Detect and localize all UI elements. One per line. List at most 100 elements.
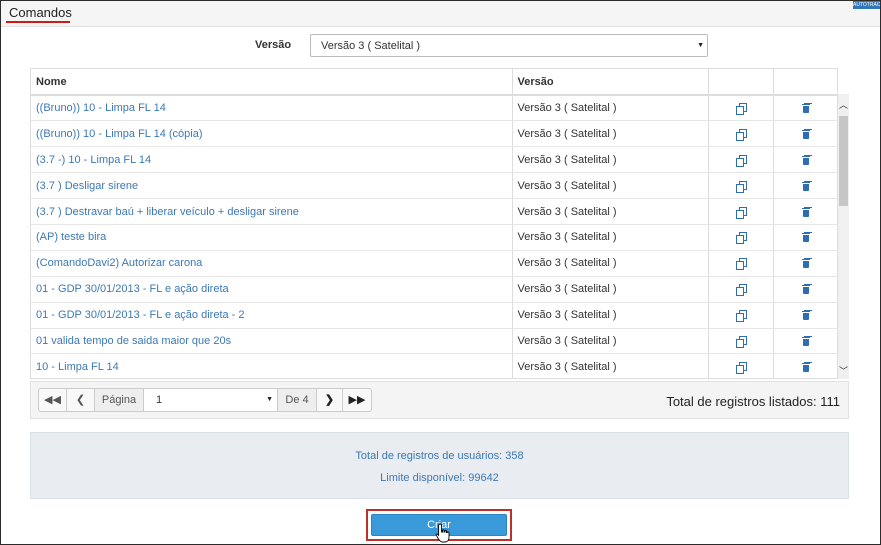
copy-action-cell[interactable]	[708, 302, 774, 329]
column-header-copy	[708, 69, 774, 96]
delete-action-cell[interactable]	[773, 198, 837, 225]
command-name-link[interactable]: ((Bruno)) 10 - Limpa FL 14 (cópia)	[31, 120, 513, 148]
prev-page-button[interactable]: ❮	[66, 388, 95, 412]
scroll-up-icon[interactable]: ︿	[838, 98, 849, 111]
copy-icon[interactable]	[735, 361, 747, 374]
copy-action-cell[interactable]	[708, 250, 774, 277]
commands-table: Nome Versão ((Bruno)) 10 - Limpa FL 14 Ve…	[30, 68, 838, 379]
table-row[interactable]: 01 - GDP 30/01/2013 - FL e ação direta -…	[31, 302, 837, 329]
trash-icon[interactable]	[801, 362, 811, 372]
copy-icon[interactable]	[735, 336, 747, 349]
command-name-link[interactable]: 01 valida tempo de saida maior que 20s	[31, 328, 513, 355]
delete-action-cell[interactable]	[773, 146, 837, 174]
copy-icon[interactable]	[735, 310, 747, 323]
last-page-button[interactable]: ▶▶	[342, 388, 372, 412]
version-select-value: Versão 3 ( Satelital )	[321, 40, 421, 52]
command-name-link[interactable]: (3.7 ) Desligar sirene	[31, 172, 513, 200]
table-row[interactable]: 01 - GDP 30/01/2013 - FL e ação direta Ve…	[31, 276, 837, 303]
copy-action-cell[interactable]	[708, 146, 774, 174]
command-name-link[interactable]: 01 - GDP 30/01/2013 - FL e ação direta	[31, 276, 513, 303]
command-version-cell: Versão 3 ( Satelital )	[512, 120, 709, 148]
column-header-delete	[773, 69, 837, 96]
table-row[interactable]: 10 - Limpa FL 14 Versão 3 ( Satelital )	[31, 353, 837, 378]
next-page-button[interactable]: ❯	[316, 388, 343, 412]
trash-icon[interactable]	[801, 258, 811, 269]
command-version-cell: Versão 3 ( Satelital )	[512, 302, 709, 329]
table-row[interactable]: ((Bruno)) 10 - Limpa FL 14 Versão 3 ( Sat…	[31, 95, 837, 122]
copy-icon[interactable]	[735, 232, 747, 245]
copy-icon[interactable]	[735, 206, 747, 219]
table-row[interactable]: (3.7 ) Destravar baú + liberar veículo +…	[31, 198, 837, 225]
chevron-left-icon: ❮	[75, 394, 86, 406]
table-row[interactable]: ((Bruno)) 10 - Limpa FL 14 (cópia) Versão…	[31, 120, 837, 148]
copy-icon[interactable]	[735, 103, 747, 116]
table-row[interactable]: (AP) teste bira Versão 3 ( Satelital )	[31, 224, 837, 251]
brand-badge: AUTOTRAC	[853, 1, 881, 9]
trash-icon[interactable]	[801, 155, 811, 165]
delete-action-cell[interactable]	[773, 353, 837, 378]
copy-action-cell[interactable]	[708, 198, 774, 225]
command-name-link[interactable]: 10 - Limpa FL 14	[31, 353, 513, 378]
delete-action-cell[interactable]	[773, 224, 837, 251]
command-name-link[interactable]: ((Bruno)) 10 - Limpa FL 14	[31, 95, 513, 122]
page-label: Página	[94, 388, 144, 412]
trash-icon[interactable]	[801, 103, 811, 114]
table-row[interactable]: (3.7 -) 10 - Limpa FL 14 Versão 3 ( Satel…	[31, 146, 837, 174]
command-name-link[interactable]: (ComandoDavi2) Autorizar carona	[31, 250, 513, 277]
copy-action-cell[interactable]	[708, 95, 774, 122]
trash-icon[interactable]	[801, 310, 811, 321]
table-row[interactable]: (3.7 ) Desligar sirene Versão 3 ( Satelit…	[31, 172, 837, 200]
copy-action-cell[interactable]	[708, 172, 774, 200]
delete-action-cell[interactable]	[773, 95, 837, 122]
trash-icon[interactable]	[801, 284, 811, 295]
column-header-name[interactable]: Nome	[31, 69, 513, 96]
copy-icon[interactable]	[735, 258, 747, 271]
page-select[interactable]: 1 ▼	[143, 388, 278, 412]
total-listed-count: Total de registros listados: 111	[666, 394, 840, 409]
command-version-cell: Versão 3 ( Satelital )	[512, 95, 709, 122]
chevron-down-icon: ▼	[266, 396, 273, 403]
delete-action-cell[interactable]	[773, 120, 837, 148]
column-header-version[interactable]: Versão	[512, 69, 709, 96]
command-name-link[interactable]: (3.7 ) Destravar baú + liberar veículo +…	[31, 198, 513, 225]
table-scrollbar[interactable]: ︿ ﹀	[838, 94, 849, 379]
command-version-cell: Versão 3 ( Satelital )	[512, 250, 709, 277]
version-filter-label: Versão	[255, 39, 292, 51]
trash-icon[interactable]	[801, 207, 811, 217]
copy-action-cell[interactable]	[708, 328, 774, 355]
table-row[interactable]: (ComandoDavi2) Autorizar carona Versão 3 …	[31, 250, 837, 277]
scrollbar-thumb[interactable]	[839, 116, 848, 206]
app-window: Comandos AUTOTRAC Versão Versão 3 ( Sate…	[0, 0, 881, 545]
delete-action-cell[interactable]	[773, 250, 837, 277]
scroll-down-icon[interactable]: ﹀	[838, 364, 849, 377]
trash-icon[interactable]	[801, 336, 811, 347]
delete-action-cell[interactable]	[773, 276, 837, 303]
delete-action-cell[interactable]	[773, 302, 837, 329]
copy-icon[interactable]	[735, 180, 747, 193]
copy-action-cell[interactable]	[708, 276, 774, 303]
version-select[interactable]: Versão 3 ( Satelital ) ▼	[310, 34, 708, 57]
copy-icon[interactable]	[735, 284, 747, 297]
trash-icon[interactable]	[801, 232, 811, 243]
trash-icon[interactable]	[801, 181, 811, 191]
copy-action-cell[interactable]	[708, 120, 774, 148]
copy-icon[interactable]	[735, 128, 747, 141]
command-version-cell: Versão 3 ( Satelital )	[512, 353, 709, 378]
copy-action-cell[interactable]	[708, 353, 774, 378]
copy-icon[interactable]	[735, 154, 747, 167]
trash-icon[interactable]	[801, 129, 811, 139]
command-name-link[interactable]: 01 - GDP 30/01/2013 - FL e ação direta -…	[31, 302, 513, 329]
delete-action-cell[interactable]	[773, 172, 837, 200]
usage-info-panel: Total de registros de usuários: 358 Limi…	[30, 432, 849, 499]
delete-action-cell[interactable]	[773, 328, 837, 355]
page-header: Comandos AUTOTRAC	[1, 1, 880, 27]
page-title: Comandos	[9, 5, 72, 20]
command-name-link[interactable]: (AP) teste bira	[31, 224, 513, 251]
command-version-cell: Versão 3 ( Satelital )	[512, 146, 709, 174]
command-version-cell: Versão 3 ( Satelital )	[512, 172, 709, 200]
table-row[interactable]: 01 valida tempo de saida maior que 20s Ve…	[31, 328, 837, 355]
command-name-link[interactable]: (3.7 -) 10 - Limpa FL 14	[31, 146, 513, 174]
double-chevron-left-icon: ◀◀	[44, 394, 61, 406]
first-page-button[interactable]: ◀◀	[38, 388, 67, 412]
copy-action-cell[interactable]	[708, 224, 774, 251]
